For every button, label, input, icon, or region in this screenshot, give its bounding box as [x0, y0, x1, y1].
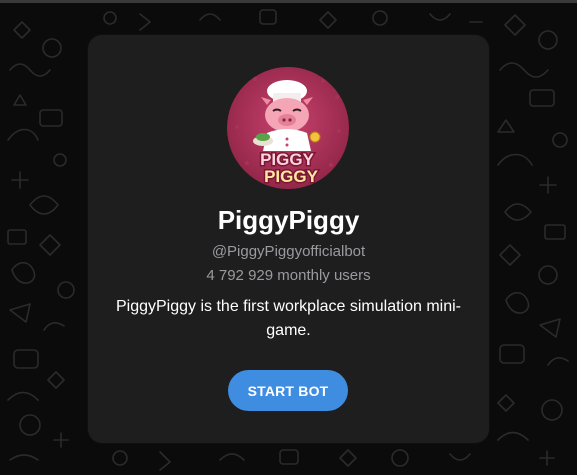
chat-background: PIGGY PIGGY PIGGY PIGGY PiggyPiggy @Pigg…: [0, 0, 577, 475]
bot-avatar: PIGGY PIGGY PIGGY PIGGY: [227, 67, 349, 189]
svg-text:PIGGY: PIGGY: [264, 167, 319, 186]
bot-name: PiggyPiggy: [217, 205, 360, 235]
piggy-chef-logo-icon: PIGGY PIGGY PIGGY PIGGY: [227, 67, 349, 189]
bot-description: PiggyPiggy is the first workplace simula…: [115, 298, 461, 339]
start-bot-button[interactable]: START BOT: [228, 370, 348, 411]
monthly-users-count: 4 792 929 monthly users: [206, 267, 371, 284]
bot-username[interactable]: @PiggyPiggyofficialbot: [88, 243, 489, 260]
bot-info-card: PIGGY PIGGY PIGGY PIGGY PiggyPiggy @Pigg…: [88, 35, 489, 443]
